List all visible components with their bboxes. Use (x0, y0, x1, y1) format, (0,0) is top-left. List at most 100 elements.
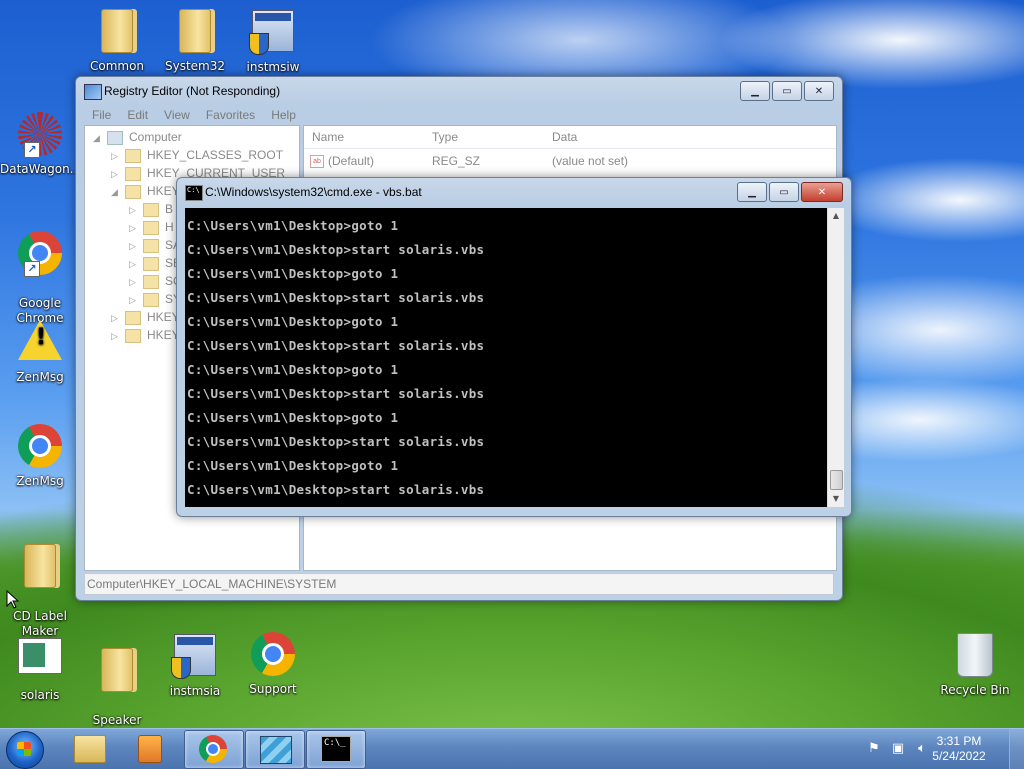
expand-arrow-icon: ▷ (129, 295, 136, 305)
start-button[interactable] (6, 731, 44, 769)
action-center-flag-icon[interactable]: ⚑ (866, 741, 882, 757)
taskbar-item-explorer[interactable] (60, 730, 118, 767)
expand-arrow-icon: ▷ (111, 331, 118, 341)
folder-icon (24, 544, 56, 588)
expand-arrow-icon: ▷ (129, 241, 136, 251)
tree-item-label: Computer (129, 130, 182, 144)
status-bar: Computer\HKEY_LOCAL_MACHINE\SYSTEM (84, 573, 834, 595)
close-button[interactable]: ✕ (801, 182, 843, 202)
folder-icon (143, 256, 159, 271)
scroll-thumb[interactable] (830, 470, 843, 490)
mouse-cursor-icon (6, 590, 20, 609)
console-line: C:\Users\vm1\Desktop>goto 1 (187, 314, 399, 329)
desktop-icon-instmsia[interactable]: instmsia (155, 630, 235, 699)
console-output[interactable]: C:\Users\vm1\Desktop>goto 1 C:\Users\vm1… (185, 208, 827, 507)
title-bar[interactable]: Registry Editor (Not Responding) ▁ ▭ ✕ (76, 77, 842, 105)
desktop-icon-instmsiw[interactable]: instmsiw (233, 6, 313, 75)
tree-item-hkcr[interactable]: ▷ HKEY_CLASSES_ROOT (111, 146, 283, 164)
taskbar-item-media-player[interactable] (120, 730, 178, 767)
chrome-icon (199, 735, 227, 763)
folder-icon (179, 9, 211, 53)
desktop-icon-label: DataWagon... (0, 162, 82, 176)
shield-icon (171, 657, 191, 679)
taskbar: C:\_ ⚑ ▣ 🔈︎ 3:31 PM 5/24/2022 (0, 728, 1024, 769)
tree-item-sub[interactable]: ▷ H (129, 218, 174, 236)
menu-view[interactable]: View (164, 108, 190, 122)
console-line: C:\Users\vm1\Desktop>goto 1 (187, 410, 399, 425)
column-header-data[interactable]: Data (552, 130, 577, 144)
installer-icon (249, 10, 294, 55)
desktop-icon-label: solaris (20, 688, 60, 702)
console-line: C:\Users\vm1\Desktop>start solaris.vbs (187, 338, 485, 353)
menu-help[interactable]: Help (271, 108, 296, 122)
registry-icon (84, 84, 102, 100)
taskbar-item-cmd[interactable]: C:\_ (306, 730, 366, 769)
tree-item-sub[interactable]: ▷ SE (129, 254, 181, 272)
shield-icon (249, 33, 269, 55)
clock[interactable]: 3:31 PM 5/24/2022 (924, 734, 994, 764)
minimize-button[interactable]: ▁ (740, 81, 770, 101)
desktop-icon-solaris[interactable]: solaris (0, 630, 80, 703)
installer-icon (171, 634, 216, 679)
folder-icon (125, 166, 141, 181)
taskbar-item-chrome[interactable] (184, 730, 244, 769)
tree-item-label: HKEY (147, 184, 180, 198)
desktop-icon-zenmsg-chrome[interactable]: ZenMsg (0, 422, 80, 489)
tree-item-hku[interactable]: ▷ HKEY (111, 308, 180, 326)
column-header-name[interactable]: Name (312, 130, 344, 144)
console-line: C:\Users\vm1\Desktop>start solaris.vbs (187, 434, 485, 449)
desktop-icon-label: ZenMsg (16, 370, 64, 384)
menu-edit[interactable]: Edit (127, 108, 148, 122)
network-icon[interactable]: ▣ (890, 741, 906, 757)
tree-item-label: HKEY (147, 310, 180, 324)
taskbar-item-registry-editor[interactable] (245, 730, 305, 769)
tree-item-sub[interactable]: ▷ SO (129, 272, 182, 290)
desktop-icon-zenmsg[interactable]: ! ZenMsg (0, 318, 80, 385)
desktop-icon-recycle-bin[interactable]: Recycle Bin (935, 630, 1015, 698)
menu-favorites[interactable]: Favorites (206, 108, 255, 122)
desktop-icon-label: Support (249, 682, 297, 696)
close-button[interactable]: ✕ (804, 81, 834, 101)
value-type: REG_SZ (432, 154, 481, 168)
console-line: C:\Users\vm1\Desktop>goto 1 (187, 218, 399, 233)
value-data: (value not set) (552, 154, 629, 168)
column-header-type[interactable]: Type (432, 130, 458, 144)
title-bar[interactable]: C:\Windows\system32\cmd.exe - vbs.bat ▁ … (177, 178, 851, 206)
expand-arrow-icon: ▷ (129, 223, 136, 233)
desktop-icon-datawagon[interactable]: ↗ DataWagon... (0, 110, 82, 177)
folder-icon (125, 328, 141, 343)
minimize-button[interactable]: ▁ (737, 182, 767, 202)
folder-icon (101, 648, 133, 692)
clock-date: 5/24/2022 (932, 749, 986, 763)
scroll-down-arrow-icon[interactable]: ▼ (828, 491, 844, 507)
expand-arrow-icon: ▷ (129, 277, 136, 287)
desktop-icon-support[interactable]: Support (233, 630, 313, 697)
tree-item-sub[interactable]: ▷ SY (129, 290, 181, 308)
scroll-up-arrow-icon[interactable]: ▲ (828, 208, 844, 224)
desktop-icon-system32[interactable]: System32 (155, 6, 235, 74)
vertical-scrollbar[interactable]: ▲ ▼ (827, 208, 844, 507)
tree-item-computer[interactable]: ◢ Computer (93, 128, 182, 146)
expand-arrow-icon: ▷ (111, 169, 118, 179)
string-value-icon: ab (310, 155, 324, 169)
desktop-icon-label: instmsiw (246, 60, 300, 74)
folder-icon (143, 274, 159, 289)
menu-file[interactable]: File (92, 108, 111, 122)
tree-item-hkcc[interactable]: ▷ HKEY (111, 326, 180, 344)
computer-icon (107, 130, 123, 145)
tree-item-sub[interactable]: ▷ SA (129, 236, 181, 254)
show-desktop-button[interactable] (1009, 729, 1024, 769)
tree-item-hklm[interactable]: ◢ HKEY (111, 182, 180, 200)
folder-icon (143, 220, 159, 235)
maximize-button[interactable]: ▭ (772, 81, 802, 101)
console-line: C:\Users\vm1\Desktop>goto 1 (187, 362, 399, 377)
warning-icon: ! (18, 320, 62, 360)
recycle-bin-icon (957, 633, 993, 677)
maximize-button[interactable]: ▭ (769, 182, 799, 202)
desktop-icon-common[interactable]: Common (77, 6, 157, 74)
cmd-window[interactable]: C:\Windows\system32\cmd.exe - vbs.bat ▁ … (176, 177, 852, 517)
expand-arrow-icon: ▷ (111, 151, 118, 161)
list-row[interactable]: ab (Default) (310, 152, 374, 170)
folder-icon (143, 238, 159, 253)
tree-item-sub[interactable]: ▷ B (129, 200, 173, 218)
